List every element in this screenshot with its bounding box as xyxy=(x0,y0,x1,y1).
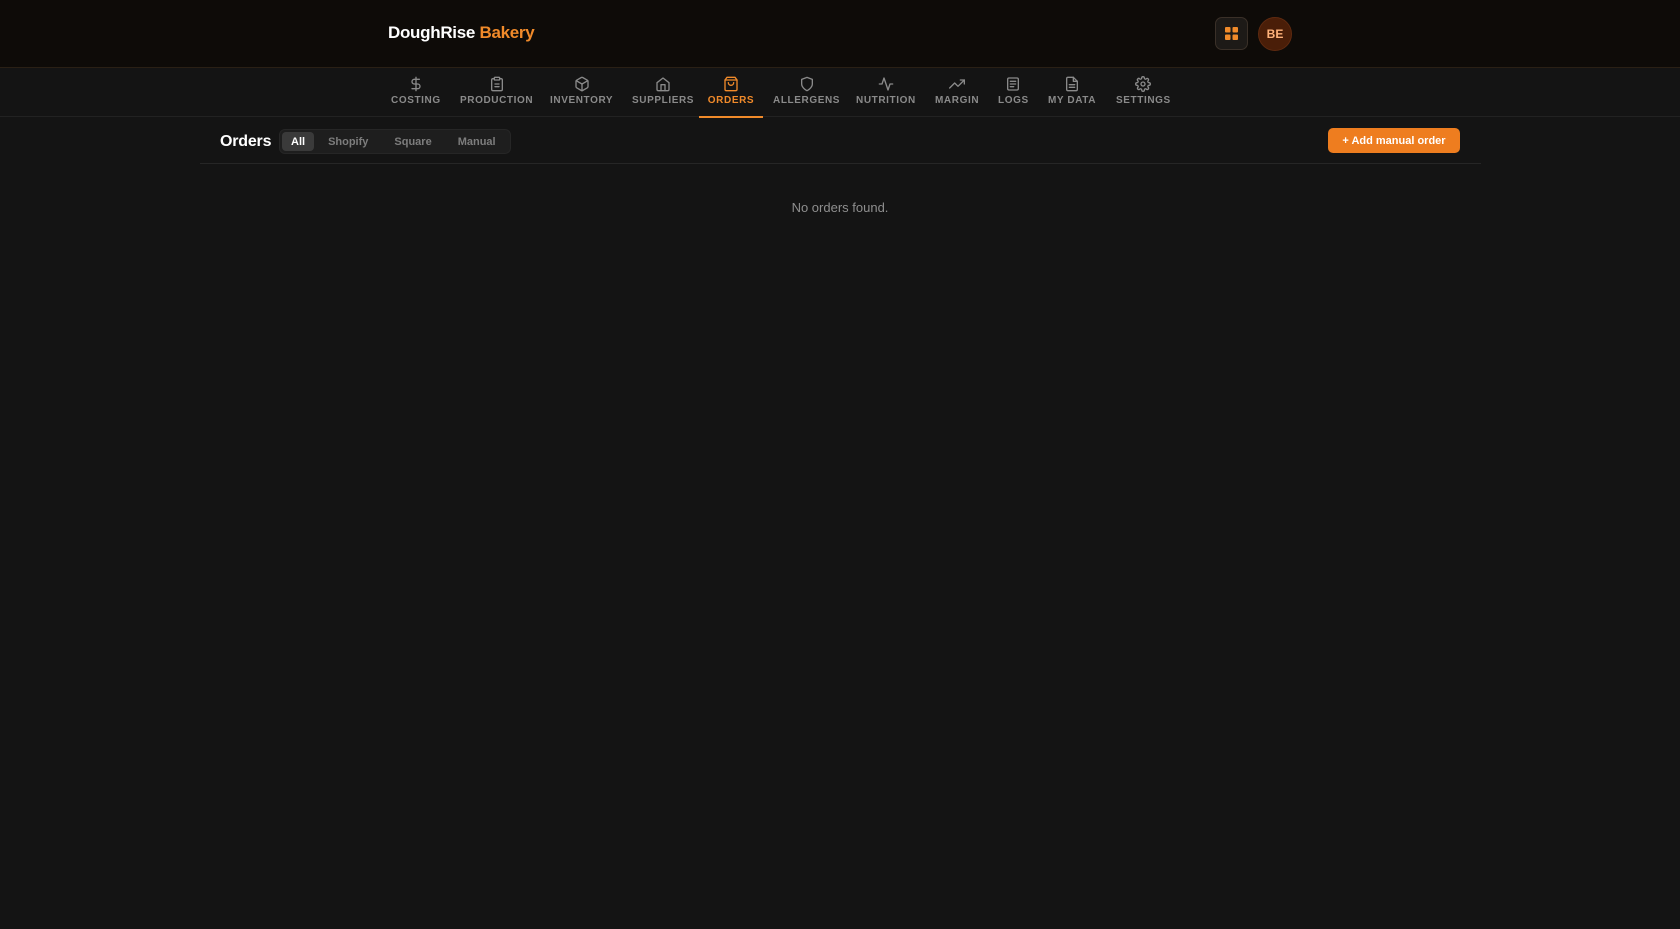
file-text-icon xyxy=(1066,76,1079,92)
nav-tab-my-data[interactable]: MY DATA xyxy=(1048,69,1096,117)
nav-tab-label: MARGIN xyxy=(935,95,980,106)
nav-tab-production[interactable]: PRODUCTION xyxy=(460,69,533,117)
nav-tab-label: INVENTORY xyxy=(550,95,614,106)
nav-tab-logs[interactable]: LOGS xyxy=(998,69,1029,117)
clipboard-icon xyxy=(490,76,503,92)
nav-tab-orders[interactable]: ORDERS xyxy=(699,69,763,118)
source-filter: All Shopify Square Manual xyxy=(279,129,511,154)
nav-tab-label: COSTING xyxy=(391,95,441,106)
brand-logo[interactable]: DoughRise Bakery xyxy=(388,23,535,43)
nav-tab-label: ALLERGENS xyxy=(773,95,841,106)
nav-tab-label: MY DATA xyxy=(1048,95,1097,106)
shopping-bag-icon xyxy=(724,76,738,92)
nav-tab-label: LOGS xyxy=(998,95,1029,106)
trending-up-icon xyxy=(949,79,966,89)
nav-tab-costing[interactable]: COSTING xyxy=(391,69,441,117)
main-nav: COSTING PRODUCTION INVENTORY SUPPLIERS O… xyxy=(0,69,1680,118)
nav-tab-label: ORDERS xyxy=(707,95,755,106)
brand-accent-word: Bakery xyxy=(479,23,535,42)
filter-all[interactable]: All xyxy=(282,132,315,151)
user-avatar[interactable]: BE xyxy=(1258,17,1292,51)
home-icon xyxy=(656,77,670,92)
nav-tab-suppliers[interactable]: SUPPLIERS xyxy=(632,69,694,117)
list-icon xyxy=(1007,77,1020,91)
activity-icon xyxy=(878,77,894,91)
brand-name: DoughRise xyxy=(388,23,476,42)
nav-tab-label: NUTRITION xyxy=(856,95,916,106)
nav-tab-margin[interactable]: MARGIN xyxy=(935,69,979,117)
filter-square[interactable]: Square xyxy=(382,132,443,151)
gear-icon xyxy=(1135,76,1152,92)
nav-tab-settings[interactable]: SETTINGS xyxy=(1116,69,1171,117)
orders-toolbar: Orders All Shopify Square Manual + Add m… xyxy=(200,118,1481,164)
apps-button[interactable] xyxy=(1215,17,1248,50)
shield-icon xyxy=(800,76,813,92)
filter-manual[interactable]: Manual xyxy=(446,132,508,151)
box-icon xyxy=(574,76,589,92)
empty-state-message: No orders found. xyxy=(791,200,889,215)
nav-tab-label: SETTINGS xyxy=(1116,95,1171,106)
nav-tab-label: SUPPLIERS xyxy=(632,95,695,106)
nav-tab-inventory[interactable]: INVENTORY xyxy=(550,69,613,117)
nav-tab-nutrition[interactable]: NUTRITION xyxy=(856,69,916,117)
dollar-icon xyxy=(411,76,421,92)
add-manual-order-button[interactable]: + Add manual order xyxy=(1328,128,1460,153)
page-title: Orders xyxy=(220,133,272,150)
avatar-initials: BE xyxy=(1266,27,1284,41)
top-header: DoughRise Bakery BE xyxy=(0,0,1680,68)
nav-tab-allergens[interactable]: ALLERGENS xyxy=(773,69,840,117)
filter-shopify[interactable]: Shopify xyxy=(316,132,380,151)
grid-icon xyxy=(1225,27,1238,40)
nav-tab-label: PRODUCTION xyxy=(460,95,534,106)
